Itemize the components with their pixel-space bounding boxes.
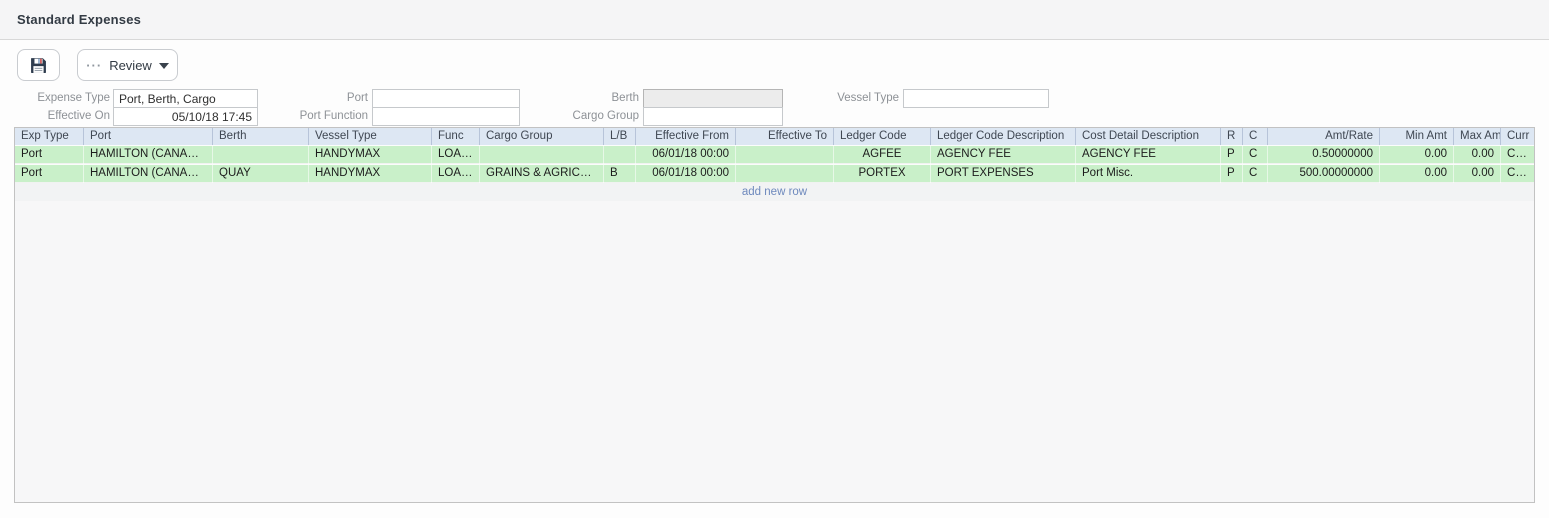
cell-c[interactable]: C <box>1243 165 1268 183</box>
cell-amt-rate[interactable]: 500.00000000 <box>1268 165 1380 183</box>
grid-header-row: Exp TypePortBerthVessel TypeFuncCargo Gr… <box>15 128 1534 145</box>
add-row-band: add new row <box>15 183 1534 201</box>
cell-l-b[interactable]: B <box>604 165 636 183</box>
cell-exp-type[interactable]: Port <box>15 165 84 183</box>
cell-effective-from[interactable]: 06/01/18 00:00 <box>636 165 736 183</box>
column-header-l-b: L/B <box>604 128 636 145</box>
cargo-group-field[interactable] <box>643 107 783 126</box>
cell-berth[interactable]: QUAY <box>213 165 309 183</box>
column-header-ledger-code: Ledger Code <box>834 128 931 145</box>
column-header-berth: Berth <box>213 128 309 145</box>
cell-effective-from[interactable]: 06/01/18 00:00 <box>636 146 736 164</box>
port-label: Port <box>266 89 368 108</box>
column-header-amt-rate: Amt/Rate <box>1268 128 1380 145</box>
cell-exp-type[interactable]: Port <box>15 146 84 164</box>
column-header-c: C <box>1243 128 1268 145</box>
vessel-type-field[interactable] <box>903 89 1049 108</box>
overflow-dots-icon: ··· <box>86 59 102 72</box>
column-header-r: R <box>1221 128 1243 145</box>
caret-down-icon <box>159 63 169 69</box>
berth-label: Berth <box>528 89 639 108</box>
save-button[interactable] <box>17 49 60 81</box>
cell-cargo-group[interactable] <box>480 146 604 164</box>
cell-min-amt[interactable]: 0.00 <box>1380 146 1454 164</box>
column-header-cargo-group: Cargo Group <box>480 128 604 145</box>
cell-r[interactable]: P <box>1221 165 1243 183</box>
cell-effective-to[interactable] <box>736 165 834 183</box>
cell-vessel-type[interactable]: HANDYMAX <box>309 146 432 164</box>
column-header-curr: Curr <box>1501 128 1535 145</box>
vessel-type-label: Vessel Type <box>786 89 899 108</box>
column-header-effective-from: Effective From <box>636 128 736 145</box>
column-header-max-amt: Max Amt <box>1454 128 1501 145</box>
cell-min-amt[interactable]: 0.00 <box>1380 165 1454 183</box>
cell-vessel-type[interactable]: HANDYMAX <box>309 165 432 183</box>
port-function-label: Port Function <box>266 107 368 126</box>
cell-c[interactable]: C <box>1243 146 1268 164</box>
cell-port[interactable]: HAMILTON (CANADA) <box>84 165 213 183</box>
expenses-grid: Exp TypePortBerthVessel TypeFuncCargo Gr… <box>14 127 1535 503</box>
standard-expenses-page: Standard Expenses ··· Review Expense Typ… <box>0 0 1549 518</box>
cell-curr[interactable]: CAD <box>1501 146 1535 164</box>
column-header-func: Func <box>432 128 480 145</box>
cell-func[interactable]: LOAD… <box>432 165 480 183</box>
effective-on-label: Effective On <box>6 107 110 126</box>
expense-type-field[interactable] <box>113 89 258 108</box>
table-row: PortHAMILTON (CANADA) HANDYMAXLOAD… 06/01/… <box>15 145 1534 164</box>
cell-cost-detail-description[interactable]: AGENCY FEE <box>1076 146 1221 164</box>
cell-effective-to[interactable] <box>736 146 834 164</box>
expense-type-label: Expense Type <box>6 89 110 108</box>
grid-body: PortHAMILTON (CANADA) HANDYMAXLOAD… 06/01/… <box>15 145 1534 183</box>
cell-r[interactable]: P <box>1221 146 1243 164</box>
cell-max-amt[interactable]: 0.00 <box>1454 146 1501 164</box>
page-title: Standard Expenses <box>17 12 141 27</box>
effective-on-field[interactable] <box>113 107 258 126</box>
cell-port[interactable]: HAMILTON (CANADA) <box>84 146 213 164</box>
cell-ledger-code[interactable]: PORTEX <box>834 165 931 183</box>
review-button-label: Review <box>109 58 152 73</box>
cell-func[interactable]: LOAD… <box>432 146 480 164</box>
cargo-group-label: Cargo Group <box>528 107 639 126</box>
review-button[interactable]: ··· Review <box>77 49 178 81</box>
cell-curr[interactable]: CAD <box>1501 165 1535 183</box>
add-new-row-link[interactable]: add new row <box>742 186 807 198</box>
column-header-min-amt: Min Amt <box>1380 128 1454 145</box>
column-header-exp-type: Exp Type <box>15 128 84 145</box>
titlebar: Standard Expenses <box>0 0 1549 40</box>
cell-l-b[interactable] <box>604 146 636 164</box>
column-header-cost-detail-description: Cost Detail Description <box>1076 128 1221 145</box>
cell-ledger-code-description[interactable]: AGENCY FEE <box>931 146 1076 164</box>
save-icon <box>30 57 47 74</box>
cell-amt-rate[interactable]: 0.50000000 <box>1268 146 1380 164</box>
cell-cost-detail-description[interactable]: Port Misc. <box>1076 165 1221 183</box>
column-header-port: Port <box>84 128 213 145</box>
cell-ledger-code-description[interactable]: PORT EXPENSES <box>931 165 1076 183</box>
berth-field <box>643 89 783 108</box>
port-field[interactable] <box>372 89 520 108</box>
cell-ledger-code[interactable]: AGFEE <box>834 146 931 164</box>
cell-cargo-group[interactable]: GRAINS & AGRICUL… <box>480 165 604 183</box>
table-row: PortHAMILTON (CANADA)QUAYHANDYMAXLOAD…GR… <box>15 164 1534 183</box>
port-function-field[interactable] <box>372 107 520 126</box>
column-header-vessel-type: Vessel Type <box>309 128 432 145</box>
column-header-effective-to: Effective To <box>736 128 834 145</box>
cell-berth[interactable] <box>213 146 309 164</box>
column-header-ledger-code-description: Ledger Code Description <box>931 128 1076 145</box>
cell-max-amt[interactable]: 0.00 <box>1454 165 1501 183</box>
